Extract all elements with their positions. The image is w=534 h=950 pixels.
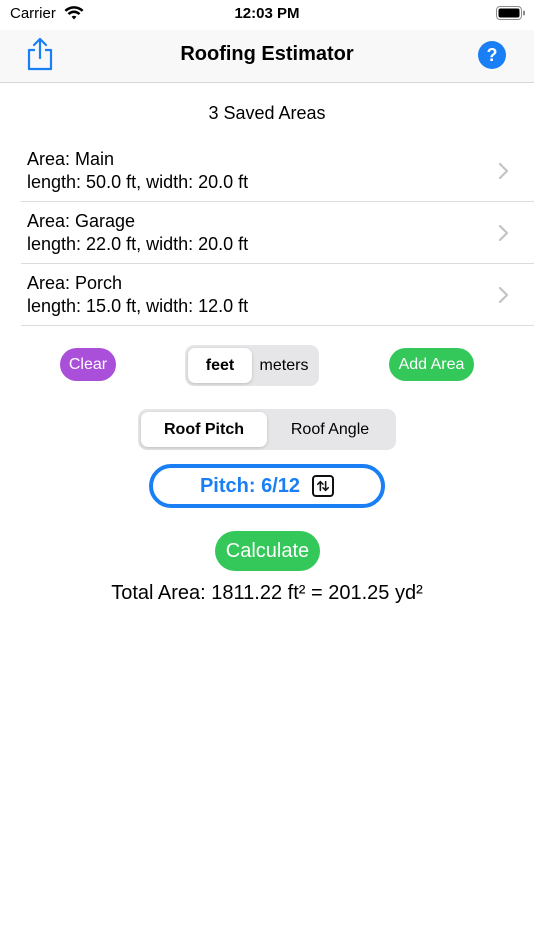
mode-option-roof-pitch[interactable]: Roof Pitch [141, 412, 267, 447]
battery-icon [496, 6, 525, 20]
swap-vertical-icon [312, 475, 335, 497]
chevron-right-icon [498, 162, 509, 180]
area-dimensions: length: 50.0 ft, width: 20.0 ft [27, 172, 249, 192]
area-name: Area: Garage [27, 211, 136, 231]
area-dimensions: length: 22.0 ft, width: 20.0 ft [27, 234, 249, 254]
area-row-main[interactable]: Area: Main length: 50.0 ft, width: 20.0 … [21, 140, 534, 202]
unit-option-feet[interactable]: feet [188, 348, 252, 383]
status-bar: Carrier 12:03 PM [0, 0, 534, 30]
calculate-button[interactable]: Calculate [215, 531, 320, 571]
page-title: Roofing Estimator [180, 43, 354, 65]
pitch-label: Pitch: 6/12 [199, 474, 301, 497]
total-area-result: Total Area: 1811.22 ft² = 201.25 yd² [111, 582, 423, 604]
help-button[interactable]: ? [478, 41, 506, 69]
area-name: Area: Main [27, 149, 115, 169]
saved-areas-list: Area: Main length: 50.0 ft, width: 20.0 … [21, 140, 534, 326]
area-name: Area: Porch [27, 273, 123, 293]
area-row-garage[interactable]: Area: Garage length: 22.0 ft, width: 20.… [21, 202, 534, 264]
navigation-bar: Roofing Estimator ? [0, 30, 534, 83]
unit-segmented-control: feet meters [185, 345, 319, 386]
saved-areas-count: 3 Saved Areas [208, 103, 326, 123]
pitch-picker-button[interactable]: Pitch: 6/12 [149, 464, 385, 508]
clock: 12:03 PM [234, 5, 300, 22]
area-row-porch[interactable]: Area: Porch length: 15.0 ft, width: 12.0… [21, 264, 534, 326]
mode-option-roof-angle[interactable]: Roof Angle [267, 412, 393, 447]
area-dimensions: length: 15.0 ft, width: 12.0 ft [27, 296, 249, 316]
chevron-right-icon [498, 224, 509, 242]
clear-button[interactable]: Clear [60, 348, 116, 381]
add-area-button[interactable]: Add Area [389, 348, 474, 381]
chevron-right-icon [498, 286, 509, 304]
pitch-mode-segmented-control: Roof Pitch Roof Angle [138, 409, 396, 450]
unit-option-meters[interactable]: meters [252, 348, 316, 383]
